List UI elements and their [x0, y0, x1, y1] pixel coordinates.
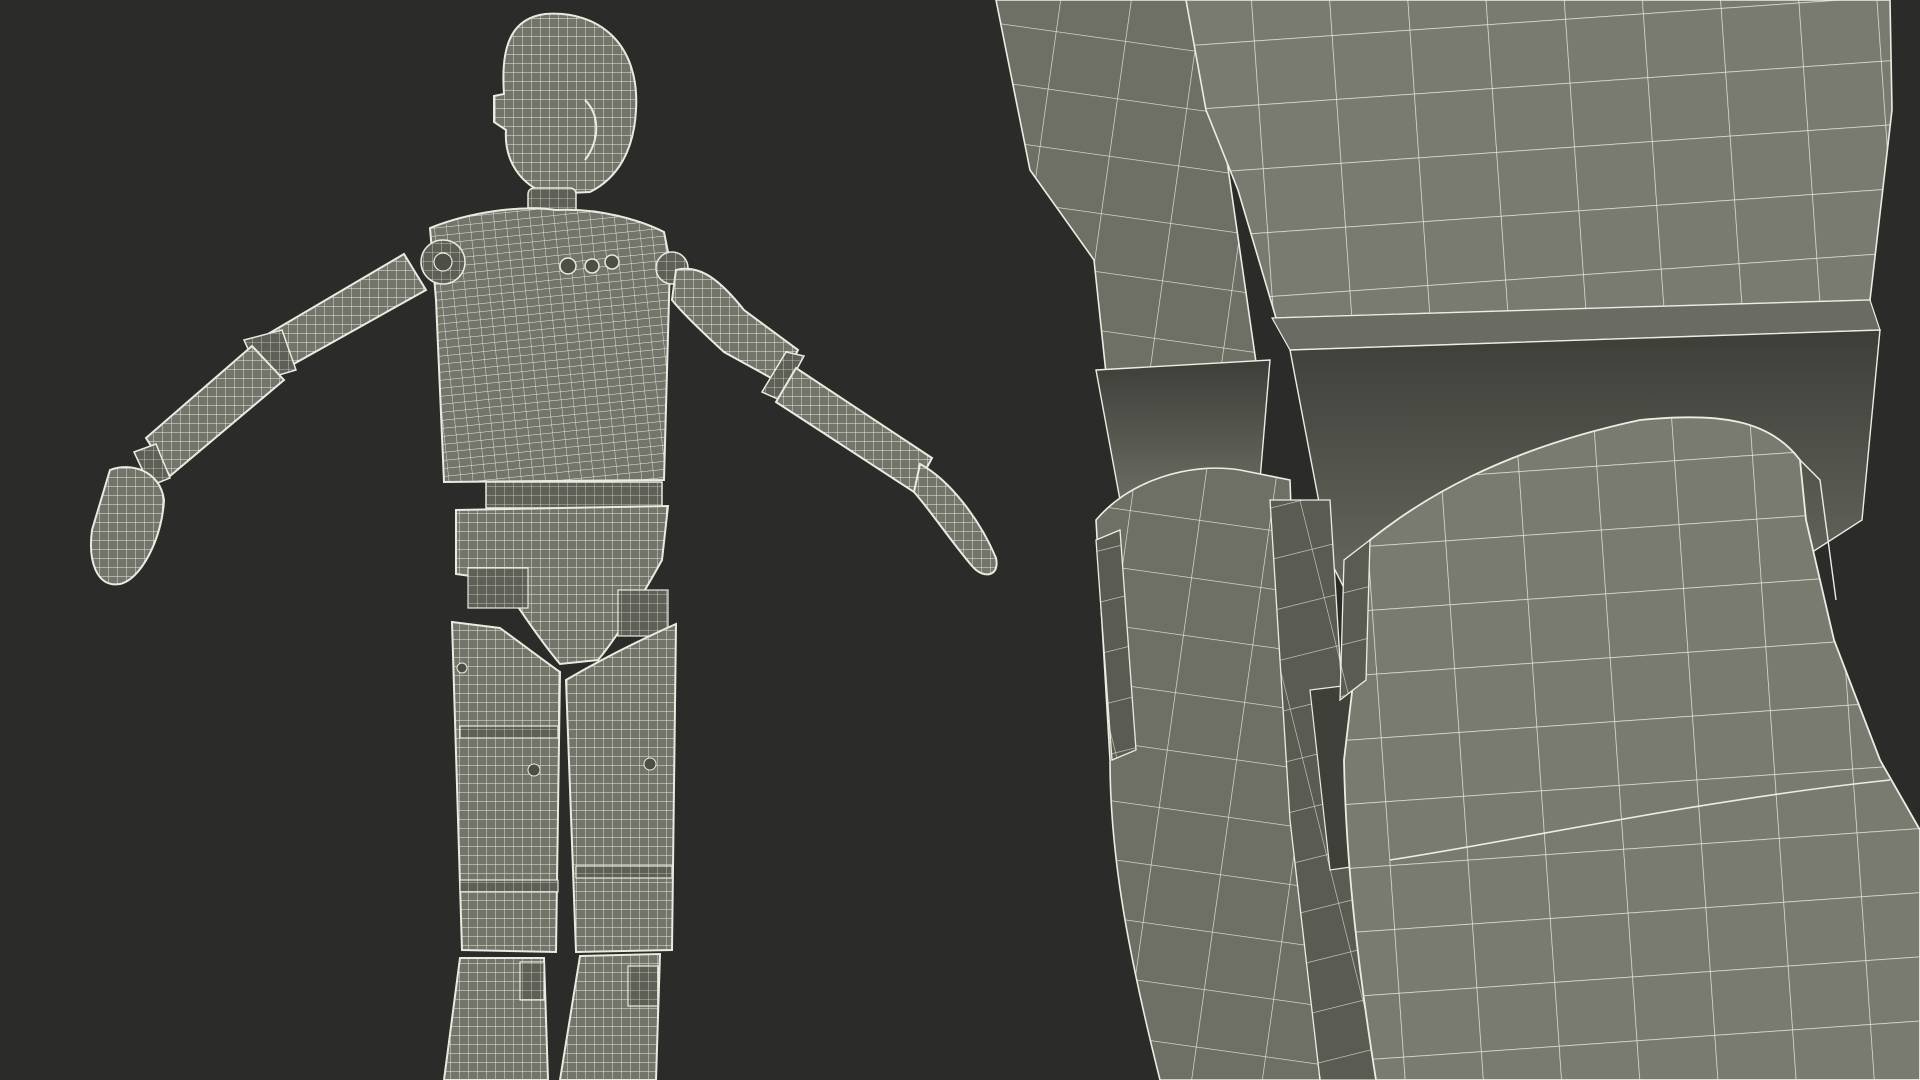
dummy-right-arm — [90, 252, 428, 586]
render-viewport — [0, 0, 1920, 1080]
dummy-head — [493, 12, 638, 219]
dummy-left-leg — [558, 622, 678, 1080]
dummy-right-leg — [442, 620, 562, 1080]
closeup-front-thigh — [1185, 0, 1893, 351]
full-body-view — [90, 12, 998, 1080]
dummy-left-arm — [670, 267, 998, 576]
knee-closeup-view — [995, 0, 1920, 1080]
dummy-torso — [420, 207, 689, 509]
render-svg — [90, 0, 1920, 1080]
